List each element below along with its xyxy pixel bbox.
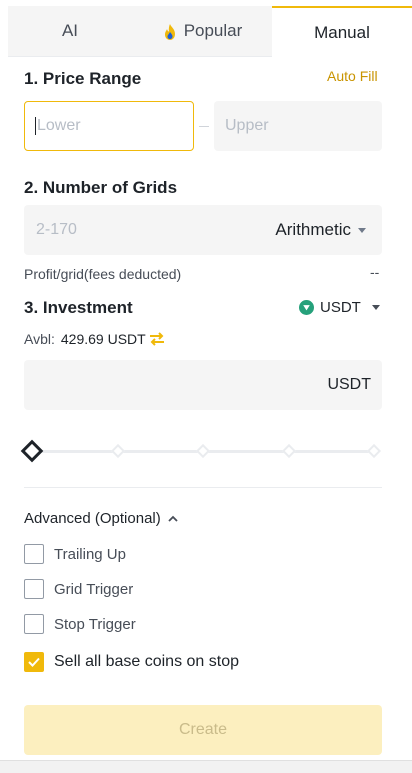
trailing-up-checkbox[interactable]: [24, 544, 44, 564]
grid-mode-label: Arithmetic: [275, 220, 351, 239]
stop-trigger-label: Stop Trigger: [54, 615, 136, 633]
investment-amount-input[interactable]: USDT: [24, 360, 382, 410]
advanced-toggle[interactable]: Advanced (Optional): [24, 510, 178, 527]
transfer-icon[interactable]: [149, 332, 165, 346]
sell-all-label: Sell all base coins on stop: [54, 653, 239, 670]
text-caret: [35, 117, 36, 135]
investment-currency-label: USDT: [320, 299, 361, 316]
caret-down-icon: [371, 305, 380, 310]
tab-manual-label: Manual: [314, 22, 370, 42]
sell-all-option[interactable]: Sell all base coins on stop: [24, 652, 239, 672]
slider-step-100[interactable]: [366, 443, 382, 459]
available-balance: Avbl: 429.69 USDT: [24, 331, 165, 347]
slider-handle[interactable]: [20, 439, 44, 463]
tab-manual[interactable]: Manual: [272, 6, 412, 57]
grid-mode-select[interactable]: Arithmetic: [275, 220, 366, 240]
tab-ai-label: AI: [61, 21, 79, 40]
lower-price-input[interactable]: Lower: [24, 101, 194, 151]
slider-step-50[interactable]: [195, 443, 211, 459]
stop-trigger-option[interactable]: Stop Trigger: [24, 614, 136, 634]
usdt-icon: [299, 300, 314, 315]
grids-title: 2. Number of Grids: [24, 178, 178, 197]
grid-trigger-option[interactable]: Grid Trigger: [24, 579, 133, 599]
grids-input[interactable]: 2-170 Arithmetic: [24, 205, 382, 255]
profit-label: Profit/grid(fees deducted): [24, 266, 182, 282]
stop-trigger-checkbox[interactable]: [24, 614, 44, 634]
window-bottom-bar: [0, 760, 412, 773]
price-range-title: 1. Price Range: [24, 69, 142, 88]
lower-price-placeholder: Lower: [37, 117, 81, 134]
grids-placeholder: 2-170: [36, 221, 77, 238]
investment-unit: USDT: [327, 376, 371, 393]
create-button-label: Create: [178, 721, 228, 738]
range-separator: [199, 126, 209, 127]
grid-trigger-checkbox[interactable]: [24, 579, 44, 599]
slider-step-25[interactable]: [110, 443, 126, 459]
fire-icon: [164, 24, 175, 40]
avbl-value: 429.69 USDT: [60, 331, 146, 347]
tab-popular-label: Popular: [183, 21, 243, 40]
caret-down-icon: [358, 227, 366, 233]
auto-fill-link[interactable]: Auto Fill: [327, 68, 378, 84]
strategy-tabs: AI Popular Manual: [8, 6, 412, 57]
grid-trigger-label: Grid Trigger: [54, 580, 134, 598]
profit-value: --: [370, 264, 380, 280]
advanced-title: Advanced (Optional): [24, 510, 161, 527]
upper-price-input[interactable]: Upper: [214, 101, 382, 151]
upper-price-placeholder: Upper: [225, 117, 269, 134]
slider-step-75[interactable]: [281, 443, 297, 459]
investment-currency-select[interactable]: USDT: [299, 299, 380, 316]
trailing-up-label: Trailing Up: [54, 545, 126, 563]
create-button[interactable]: Create: [24, 705, 382, 755]
trailing-up-option[interactable]: Trailing Up: [24, 544, 126, 564]
tab-ai[interactable]: AI: [8, 6, 132, 57]
sell-all-checkbox[interactable]: [24, 652, 44, 672]
investment-title: 3. Investment: [24, 298, 133, 317]
divider: [24, 487, 382, 488]
tab-popular[interactable]: Popular: [132, 6, 272, 57]
avbl-label: Avbl:: [24, 331, 55, 347]
chevron-up-icon: [168, 515, 178, 522]
check-icon: [28, 657, 40, 667]
